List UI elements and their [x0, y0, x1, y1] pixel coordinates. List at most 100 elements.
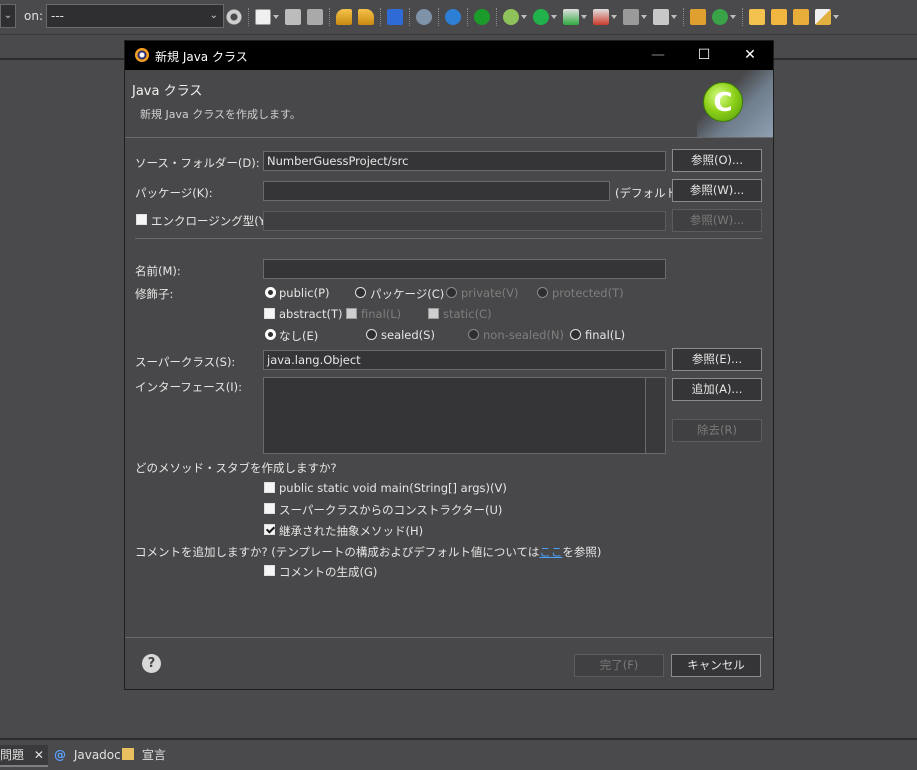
- chevron-down-icon[interactable]: [730, 15, 736, 19]
- interfaces-scrollbar[interactable]: [645, 378, 665, 453]
- finish-button[interactable]: 完了(F): [574, 654, 664, 677]
- dialog-title: 新規 Java クラス: [155, 50, 248, 64]
- chevron-down-icon[interactable]: [273, 15, 279, 19]
- add-interface-button[interactable]: 追加(A)...: [672, 378, 762, 401]
- open-file-icon[interactable]: [771, 9, 787, 25]
- perspective-dropdown[interactable]: ⌄: [0, 4, 16, 28]
- main-method-checkbox[interactable]: [264, 482, 275, 493]
- public-radio[interactable]: [265, 287, 276, 298]
- package-browse-button[interactable]: 参照(W)...: [672, 179, 762, 202]
- dialog-titlebar[interactable]: 新規 Java クラス — ☐ ✕: [125, 41, 773, 70]
- save-icon[interactable]: [285, 9, 301, 25]
- source-folder-input[interactable]: NumberGuessProject/src: [263, 151, 666, 171]
- save-all-icon[interactable]: [307, 9, 323, 25]
- minimize-button[interactable]: —: [635, 41, 681, 70]
- launch-target-combo[interactable]: --- ⌄: [46, 4, 224, 28]
- enclosing-type-label: エンクロージング型(Y):: [151, 214, 275, 228]
- public-radio-label: public(P): [279, 286, 330, 300]
- tab-problems-label: 問題: [0, 748, 25, 762]
- brush-icon[interactable]: [815, 9, 831, 25]
- new-package-icon[interactable]: [690, 9, 706, 25]
- none-sealing-radio[interactable]: [265, 329, 276, 340]
- tab-javadoc-label: Javadoc: [73, 748, 121, 762]
- templates-link[interactable]: ここ: [539, 545, 562, 559]
- debug-settings-icon[interactable]: [445, 9, 461, 25]
- constructors-checkbox[interactable]: [264, 503, 275, 514]
- chevron-down-icon[interactable]: [611, 15, 617, 19]
- redo-icon[interactable]: [358, 9, 374, 25]
- superclass-label: スーパークラス(S):: [135, 355, 236, 369]
- interfaces-label: インターフェース(I):: [135, 380, 242, 394]
- comments-question: コメントを追加しますか? (テンプレートの構成およびデフォルト値についてはここを…: [135, 544, 601, 560]
- inherited-abstract-checkbox[interactable]: [264, 524, 275, 535]
- chevron-down-icon[interactable]: [521, 15, 527, 19]
- protected-radio[interactable]: [537, 287, 548, 298]
- abstract-checkbox[interactable]: [264, 308, 275, 319]
- enclosing-type-checkbox[interactable]: [136, 214, 147, 225]
- refresh-icon[interactable]: [712, 9, 728, 25]
- chevron-down-icon[interactable]: [551, 15, 557, 19]
- tools-icon[interactable]: [653, 9, 669, 25]
- toolbar-separator: [683, 8, 685, 26]
- tab-javadoc[interactable]: @ Javadoc: [54, 745, 121, 765]
- non-sealed-radio-label: non-sealed(N): [483, 328, 565, 342]
- generate-comments-checkbox[interactable]: [264, 565, 275, 576]
- declaration-icon: [122, 748, 134, 760]
- final-checkbox-label: final(L): [361, 307, 402, 321]
- static-checkbox[interactable]: [428, 308, 439, 319]
- tab-problems[interactable]: 問題 ✕: [0, 745, 48, 767]
- toolbar-separator: [248, 8, 250, 26]
- maximize-button[interactable]: ☐: [681, 41, 727, 70]
- chevron-down-icon: ⌄: [209, 10, 218, 21]
- enclosing-browse-button[interactable]: 参照(W)...: [672, 209, 762, 232]
- package-input[interactable]: [263, 181, 610, 201]
- cancel-button[interactable]: キャンセル: [671, 654, 761, 677]
- chevron-down-icon[interactable]: [641, 15, 647, 19]
- coverage-icon[interactable]: [593, 9, 609, 25]
- bug-icon[interactable]: [503, 9, 519, 25]
- close-icon[interactable]: ✕: [34, 748, 44, 762]
- source-folder-browse-button[interactable]: 参照(O)...: [672, 149, 762, 172]
- enclosing-type-input[interactable]: [263, 211, 666, 231]
- interfaces-list[interactable]: [263, 377, 666, 454]
- final-checkbox[interactable]: [346, 308, 357, 319]
- main-toolbar: ⌄ on: --- ⌄: [0, 0, 917, 35]
- run-last-icon[interactable]: [563, 9, 579, 25]
- main-method-label: public static void main(String[] args)(V…: [279, 481, 507, 495]
- stop-icon[interactable]: [623, 9, 639, 25]
- final-sealing-radio[interactable]: [570, 329, 581, 340]
- section-separator: [135, 238, 762, 239]
- chevron-down-icon[interactable]: [671, 15, 677, 19]
- stubs-question: どのメソッド・スタブを作成しますか?: [135, 461, 337, 475]
- tab-declaration[interactable]: 宣言: [122, 745, 166, 765]
- run-icon[interactable]: [533, 9, 549, 25]
- name-input[interactable]: [263, 259, 666, 279]
- abstract-checkbox-label: abstract(T): [279, 307, 343, 321]
- sealed-radio[interactable]: [366, 329, 377, 340]
- tab-declaration-label: 宣言: [141, 748, 166, 762]
- superclass-browse-button[interactable]: 参照(E)...: [672, 348, 762, 371]
- skip-icon[interactable]: [416, 9, 432, 25]
- superclass-input[interactable]: java.lang.Object: [263, 350, 666, 370]
- undo-icon[interactable]: [336, 9, 352, 25]
- comments-question-prefix: コメントを追加しますか? (テンプレートの構成およびデフォルト値については: [135, 545, 540, 559]
- remove-interface-button[interactable]: 除去(R): [672, 419, 762, 442]
- chevron-down-icon[interactable]: [581, 15, 587, 19]
- console-icon[interactable]: [387, 9, 403, 25]
- open-folder-icon[interactable]: [749, 9, 765, 25]
- private-radio[interactable]: [446, 287, 457, 298]
- open-file2-icon[interactable]: [793, 9, 809, 25]
- package-radio[interactable]: [355, 287, 366, 298]
- constructors-label: スーパークラスからのコンストラクター(U): [279, 503, 503, 517]
- toolbar-separator: [380, 8, 382, 26]
- close-button[interactable]: ✕: [727, 41, 773, 70]
- gear-icon[interactable]: [226, 9, 242, 25]
- static-checkbox-label: static(C): [443, 307, 492, 321]
- non-sealed-radio[interactable]: [468, 329, 479, 340]
- power-icon[interactable]: [474, 9, 490, 25]
- help-icon[interactable]: ?: [142, 654, 161, 673]
- new-wizard-icon[interactable]: [255, 9, 271, 25]
- sealed-radio-label: sealed(S): [381, 328, 435, 342]
- none-sealing-radio-label: なし(E): [279, 329, 319, 343]
- chevron-down-icon[interactable]: [833, 15, 839, 19]
